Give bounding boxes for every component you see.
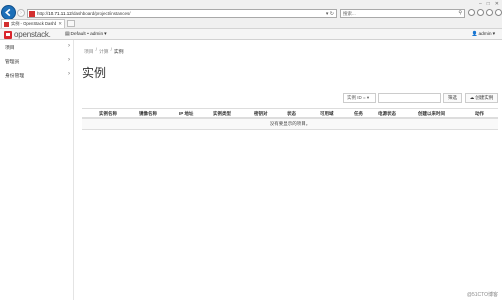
column-header[interactable]: 密钥对: [254, 111, 268, 117]
sidebar-item-label: 管理员: [5, 59, 20, 65]
column-header[interactable]: 任务: [354, 111, 363, 117]
breadcrumb-item-compute[interactable]: 计算: [99, 48, 109, 55]
instances-table: 实例名称 镜像名称 IP 地址 实例类型 密钥对 状态 可用域 任务 电源状态 …: [82, 108, 498, 130]
create-button-label: 创建实例: [475, 95, 494, 100]
browser-chrome: – □ ✕ › http://10.71.11.12/dashboard/pro…: [0, 0, 502, 29]
project-label: Default • admin: [70, 32, 104, 37]
watermark: @51CTO博客: [466, 292, 498, 298]
chevron-right-icon: ›: [68, 43, 70, 49]
breadcrumb: 项目 / 计算 / 实例: [84, 48, 124, 55]
search-icon[interactable]: ⚲: [458, 10, 462, 17]
column-header[interactable]: 实例类型: [213, 111, 231, 117]
chevron-right-icon: ›: [68, 71, 70, 77]
window-controls: – □ ✕: [479, 1, 499, 7]
close-window-button[interactable]: ✕: [495, 1, 499, 7]
openstack-logo-icon: [4, 30, 12, 39]
back-button[interactable]: [1, 5, 16, 20]
maximize-button[interactable]: □: [487, 1, 490, 7]
sidebar-item-identity[interactable]: 身份管理 ›: [0, 70, 74, 80]
chevron-right-icon: ›: [68, 57, 70, 63]
column-header[interactable]: 可用域: [320, 111, 334, 117]
address-tools[interactable]: ▾ ↻: [326, 11, 334, 17]
sidebar: 项目 › 管理员 › 身份管理 ›: [0, 40, 74, 300]
filter-input[interactable]: [378, 93, 441, 103]
tab-close-icon[interactable]: ✕: [58, 21, 62, 27]
settings-gear-icon[interactable]: [486, 9, 493, 16]
project-dropdown[interactable]: ▤ Default • admin ▾: [65, 32, 107, 37]
forward-arrow-icon: ›: [20, 10, 22, 16]
column-header[interactable]: 状态: [287, 111, 296, 117]
empty-message: 没有要显示的项目。: [269, 121, 311, 126]
breadcrumb-separator: /: [95, 48, 97, 53]
logo-text: openstack.: [14, 30, 51, 39]
caret-down-icon: ▾: [104, 32, 107, 37]
top-navbar: openstack. ▤ Default • admin ▾ 👤 admin ▾: [0, 29, 502, 40]
browser-tab-active[interactable]: 实例 - OpenStack Dashb... ✕: [1, 19, 65, 28]
user-icon: 👤: [471, 32, 478, 37]
breadcrumb-separator: /: [110, 48, 112, 53]
url-path: /dashboard/project/instances/: [71, 11, 131, 16]
back-arrow-icon: [5, 8, 11, 17]
sidebar-item-label: 身份管理: [5, 73, 25, 79]
search-box[interactable]: 搜索... ⚲: [340, 9, 465, 18]
user-label: admin: [478, 32, 492, 37]
openstack-logo[interactable]: openstack.: [4, 30, 51, 39]
favorites-star-icon[interactable]: [477, 9, 484, 16]
search-placeholder: 搜索...: [343, 11, 356, 16]
filter-button-label: 筛选: [448, 95, 457, 100]
breadcrumb-item-current: 实例: [113, 50, 124, 55]
minimize-button[interactable]: –: [479, 1, 482, 7]
site-favicon-icon: [29, 10, 35, 17]
caret-down-icon: ▾: [492, 32, 495, 37]
column-header[interactable]: 实例名称: [99, 111, 117, 117]
breadcrumb-item-project[interactable]: 项目: [84, 48, 94, 55]
column-header[interactable]: 电源状态: [378, 111, 396, 117]
new-tab-button[interactable]: [67, 20, 75, 27]
column-header[interactable]: IP 地址: [179, 111, 193, 117]
forward-button[interactable]: ›: [17, 9, 25, 17]
smiley-feedback-icon[interactable]: [495, 9, 502, 16]
project-list-icon: ▤: [65, 32, 70, 37]
sidebar-item-label: 项目: [5, 45, 15, 51]
address-bar[interactable]: http://10.71.11.12/dashboard/project/ins…: [27, 9, 337, 18]
browser-toolbar-icons: [468, 9, 502, 16]
url-host: 10.71.11.12: [48, 11, 72, 16]
column-header[interactable]: 创建以来时间: [418, 111, 445, 117]
user-dropdown[interactable]: 👤 admin ▾: [472, 32, 495, 37]
sidebar-item-project[interactable]: 项目 ›: [0, 42, 74, 52]
filter-field-select[interactable]: 实例 ID = ▾: [343, 93, 376, 103]
table-empty-row: 没有要显示的项目。: [82, 119, 498, 130]
sidebar-item-admin[interactable]: 管理员 ›: [0, 56, 74, 66]
tab-favicon-icon: [4, 21, 9, 27]
column-header: 动作: [475, 111, 484, 116]
cloud-upload-icon: ☁: [469, 95, 475, 100]
home-icon[interactable]: [468, 9, 475, 16]
create-instance-button[interactable]: ☁ 创建实例: [465, 93, 498, 103]
url-scheme: http://: [37, 11, 49, 16]
filter-field-label: 实例 ID = ▾: [347, 95, 370, 100]
table-header: 实例名称 镜像名称 IP 地址 实例类型 密钥对 状态 可用域 任务 电源状态 …: [82, 108, 498, 119]
filter-button[interactable]: 筛选: [443, 93, 462, 103]
column-header[interactable]: 镜像名称: [139, 111, 157, 117]
tab-title: 实例 - OpenStack Dashb...: [11, 21, 57, 26]
page-title: 实例: [82, 66, 107, 80]
address-url: http://10.71.11.12/dashboard/project/ins…: [37, 11, 131, 16]
